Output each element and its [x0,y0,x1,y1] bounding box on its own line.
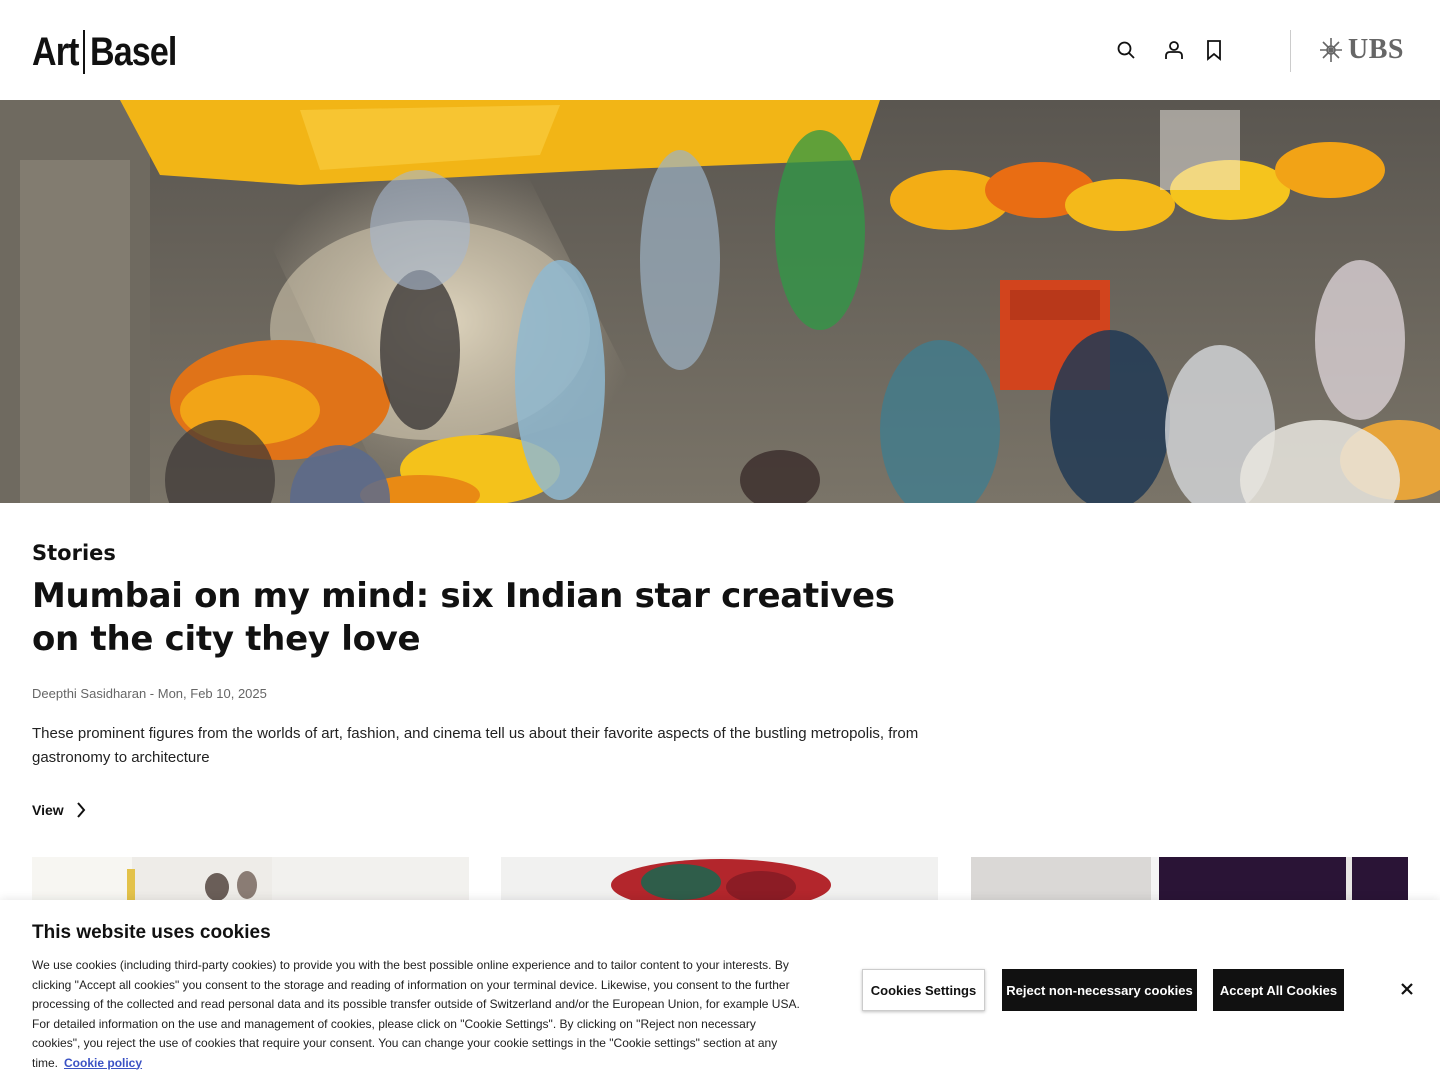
reject-cookies-button[interactable]: Reject non-necessary cookies [1002,969,1197,1011]
article-meta: Deepthi Sasidharan - Mon, Feb 10, 2025 [32,686,267,701]
accept-cookies-button[interactable]: Accept All Cookies [1213,969,1344,1011]
ubs-wordmark: UBS [1348,34,1404,65]
ubs-keys-icon [1320,38,1342,62]
account-icon[interactable] [1162,38,1186,62]
article-title[interactable]: Mumbai on my mind: six Indian star creat… [32,575,912,661]
search-icon[interactable] [1114,38,1138,62]
logo-word-basel: Basel [89,30,177,74]
cookie-description: We use cookies (including third-party co… [32,958,800,1070]
cookie-banner-text: We use cookies (including third-party co… [32,956,802,1073]
cookie-policy-link[interactable]: Cookie policy [64,1056,142,1070]
hero-image [0,100,1440,503]
cookie-banner: This website uses cookies We use cookies… [0,900,1440,1080]
ubs-partner-logo[interactable]: UBS [1318,34,1404,66]
site-header: Art Basel UBS [0,0,1440,100]
logo-word-art: Art [32,30,79,74]
view-link-label: View [32,802,64,818]
header-divider [1290,30,1291,72]
bookmark-icon[interactable] [1202,38,1226,62]
cookie-banner-title: This website uses cookies [32,922,271,943]
cookies-settings-button[interactable]: Cookies Settings [862,969,985,1011]
article-summary: These prominent figures from the worlds … [32,725,919,766]
view-article-link[interactable]: View [32,802,86,818]
logo-divider [82,30,85,74]
close-icon[interactable] [1396,978,1418,1000]
article-category: Stories [32,541,116,565]
chevron-right-icon [76,802,85,818]
art-basel-logo[interactable]: Art Basel [32,30,192,74]
